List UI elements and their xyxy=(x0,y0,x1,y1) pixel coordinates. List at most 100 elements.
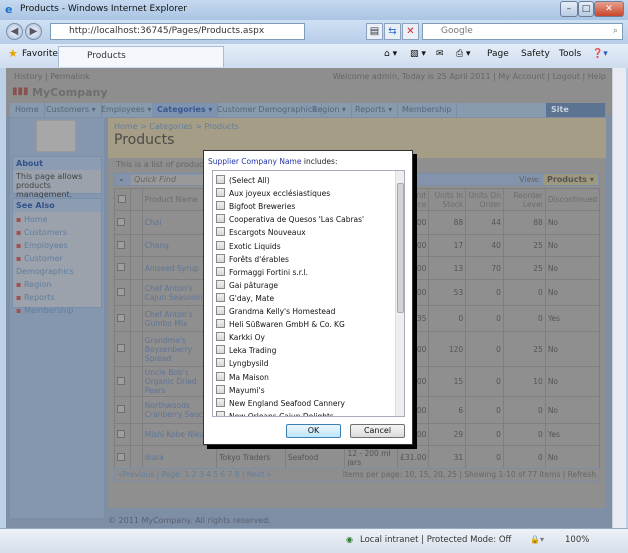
browser-tab[interactable]: Products xyxy=(58,46,224,67)
row-checkbox[interactable] xyxy=(117,240,125,249)
site-logo[interactable]: MyCompany xyxy=(32,86,108,99)
filter-option[interactable]: Mayumi's xyxy=(216,384,265,397)
address-bar[interactable]: http://localhost:36745/Pages/Products.as… xyxy=(50,23,305,40)
filter-checkbox[interactable] xyxy=(216,214,225,224)
filter-checkbox[interactable] xyxy=(216,319,225,329)
security-icon[interactable]: 🔒▾ xyxy=(530,535,544,544)
sidebar-link[interactable]: ▪ Customer Demographics xyxy=(16,252,98,278)
row-checkbox[interactable] xyxy=(117,313,125,322)
filter-option[interactable]: Aux joyeux ecclésiastiques xyxy=(216,187,330,200)
sidebar-link-label[interactable]: Customers xyxy=(24,228,67,237)
filter-checkbox[interactable] xyxy=(216,292,225,302)
mail-icon[interactable]: ✉ xyxy=(436,49,444,59)
tools-menu[interactable]: Tools xyxy=(559,49,581,59)
sidebar-link[interactable]: ▪ Reports xyxy=(16,291,98,304)
cancel-button[interactable]: Cancel xyxy=(350,424,405,438)
menu-home[interactable]: Home xyxy=(10,103,45,117)
filter-checkbox[interactable] xyxy=(216,371,225,381)
menu-membership[interactable]: Membership xyxy=(397,103,458,117)
sidebar-link[interactable]: ▪ Region xyxy=(16,278,98,291)
pager-info[interactable]: Items per page: 10, 15, 20, 25 | Showing… xyxy=(343,469,596,481)
select-all-checkbox[interactable] xyxy=(118,194,127,203)
row-checkbox[interactable] xyxy=(117,263,125,271)
filter-option[interactable]: (Select All) xyxy=(216,174,270,187)
sidebar-link-label[interactable]: Region xyxy=(24,280,51,289)
column-header[interactable]: Reorder Level xyxy=(502,188,546,211)
filter-checkbox[interactable] xyxy=(216,384,225,394)
sidebar-link[interactable]: ▪ Employees xyxy=(16,239,98,252)
close-button[interactable]: ✕ xyxy=(594,1,624,17)
row-checkbox[interactable] xyxy=(117,405,125,413)
filter-option[interactable]: New England Seafood Cannery xyxy=(216,397,345,410)
history-permalink[interactable]: History | Permalink xyxy=(14,72,90,81)
sidebar-link[interactable]: ▪ Membership xyxy=(16,304,98,317)
row-checkbox[interactable] xyxy=(117,376,125,385)
filter-checkbox[interactable] xyxy=(216,240,225,250)
help-icon[interactable]: ❓▾ xyxy=(592,49,608,59)
filter-checkbox[interactable] xyxy=(216,253,225,263)
sidebar-link-label[interactable]: Employees xyxy=(24,241,68,250)
page-menu[interactable]: Page xyxy=(487,49,509,59)
filter-checkbox[interactable] xyxy=(216,227,225,237)
safety-menu[interactable]: Safety xyxy=(521,49,550,59)
row-select[interactable] xyxy=(114,396,131,424)
menu-categories[interactable]: Categories ▾ xyxy=(152,103,219,117)
menu-customers[interactable]: Customers ▾ xyxy=(41,103,102,117)
filter-option[interactable]: Leka Trading xyxy=(216,344,276,357)
compat-view-button[interactable]: ▤ xyxy=(366,23,383,40)
search-input[interactable]: Google ⌕ xyxy=(422,23,623,40)
filter-checkbox[interactable] xyxy=(216,266,225,276)
maximize-button[interactable]: □ xyxy=(578,1,594,17)
stop-button[interactable]: ✕ xyxy=(402,23,419,40)
menu-employees[interactable]: Employees ▾ xyxy=(96,103,158,117)
filter-option[interactable]: New Orleans Cajun Delights xyxy=(216,410,334,416)
filter-option[interactable]: Forêts d'érables xyxy=(216,253,289,266)
filter-option[interactable]: Formaggi Fortini s.r.l. xyxy=(216,266,308,279)
menu-reports[interactable]: Reports ▾ xyxy=(350,103,399,117)
menu-region[interactable]: Region ▾ xyxy=(307,103,352,117)
filter-checkbox[interactable] xyxy=(216,175,225,184)
filter-option[interactable]: Cooperativa de Quesos 'Las Cabras' xyxy=(216,213,364,226)
minimize-button[interactable]: – xyxy=(560,1,578,17)
sidebar-link[interactable]: ▪ Home xyxy=(16,213,98,226)
column-header[interactable]: Units In Stock xyxy=(428,188,467,211)
ok-button[interactable]: OK xyxy=(286,424,341,438)
back-button[interactable]: ◀ xyxy=(6,23,23,40)
actions-toggle-icon[interactable]: ⌄ xyxy=(118,174,125,183)
column-header[interactable]: Units On Order xyxy=(465,188,504,211)
table-row[interactable]: Ikura Tokyo Traders Seafood 12 - 200 ml jar… xyxy=(114,445,601,470)
zoom-level[interactable]: 100% xyxy=(565,535,589,545)
row-checkbox[interactable] xyxy=(117,217,125,226)
menu-customer-demographics[interactable]: Customer Demographics xyxy=(212,103,323,117)
filter-checkbox[interactable] xyxy=(216,188,225,198)
filter-checkbox[interactable] xyxy=(216,397,225,407)
print-icon[interactable]: ⎙ ▾ xyxy=(456,49,471,59)
sidebar-link-label[interactable]: Membership xyxy=(24,306,73,315)
filter-option[interactable]: Exotic Liquids xyxy=(216,240,281,253)
home-icon[interactable]: ⌂ ▾ xyxy=(384,49,397,59)
column-header[interactable]: Discontinued xyxy=(544,188,601,211)
filter-option[interactable]: Gai pâturage xyxy=(216,279,278,292)
row-select[interactable] xyxy=(114,366,131,397)
filter-option[interactable]: G'day, Mate xyxy=(216,292,274,305)
filter-checkbox[interactable] xyxy=(216,345,225,355)
filter-checkbox[interactable] xyxy=(216,201,225,211)
row-checkbox[interactable] xyxy=(117,287,125,296)
row-select[interactable] xyxy=(114,234,131,257)
listbox-scrollbar[interactable] xyxy=(395,171,404,416)
forward-button[interactable]: ▶ xyxy=(25,23,42,40)
row-select[interactable] xyxy=(114,445,131,470)
filter-checkbox[interactable] xyxy=(216,358,225,368)
filter-option[interactable]: Bigfoot Breweries xyxy=(216,200,295,213)
filter-option[interactable]: Lyngbysild xyxy=(216,357,268,370)
view-selector[interactable]: Products ▾ xyxy=(543,174,598,185)
sidebar-link-label[interactable]: Customer Demographics xyxy=(16,254,74,276)
sidebar-link[interactable]: ▪ Customers xyxy=(16,226,98,239)
site-actions-button[interactable]: Site Actions ▾ xyxy=(546,103,606,128)
filter-option[interactable]: Heli Süßwaren GmbH & Co. KG xyxy=(216,318,345,331)
search-icon[interactable]: ⌕ xyxy=(613,24,618,39)
filter-listbox[interactable]: (Select All) Aux joyeux ecclésiastiques Bi… xyxy=(212,170,405,417)
scroll-thumb[interactable] xyxy=(397,183,404,313)
row-select[interactable] xyxy=(114,305,131,332)
filter-checkbox[interactable] xyxy=(216,306,225,315)
